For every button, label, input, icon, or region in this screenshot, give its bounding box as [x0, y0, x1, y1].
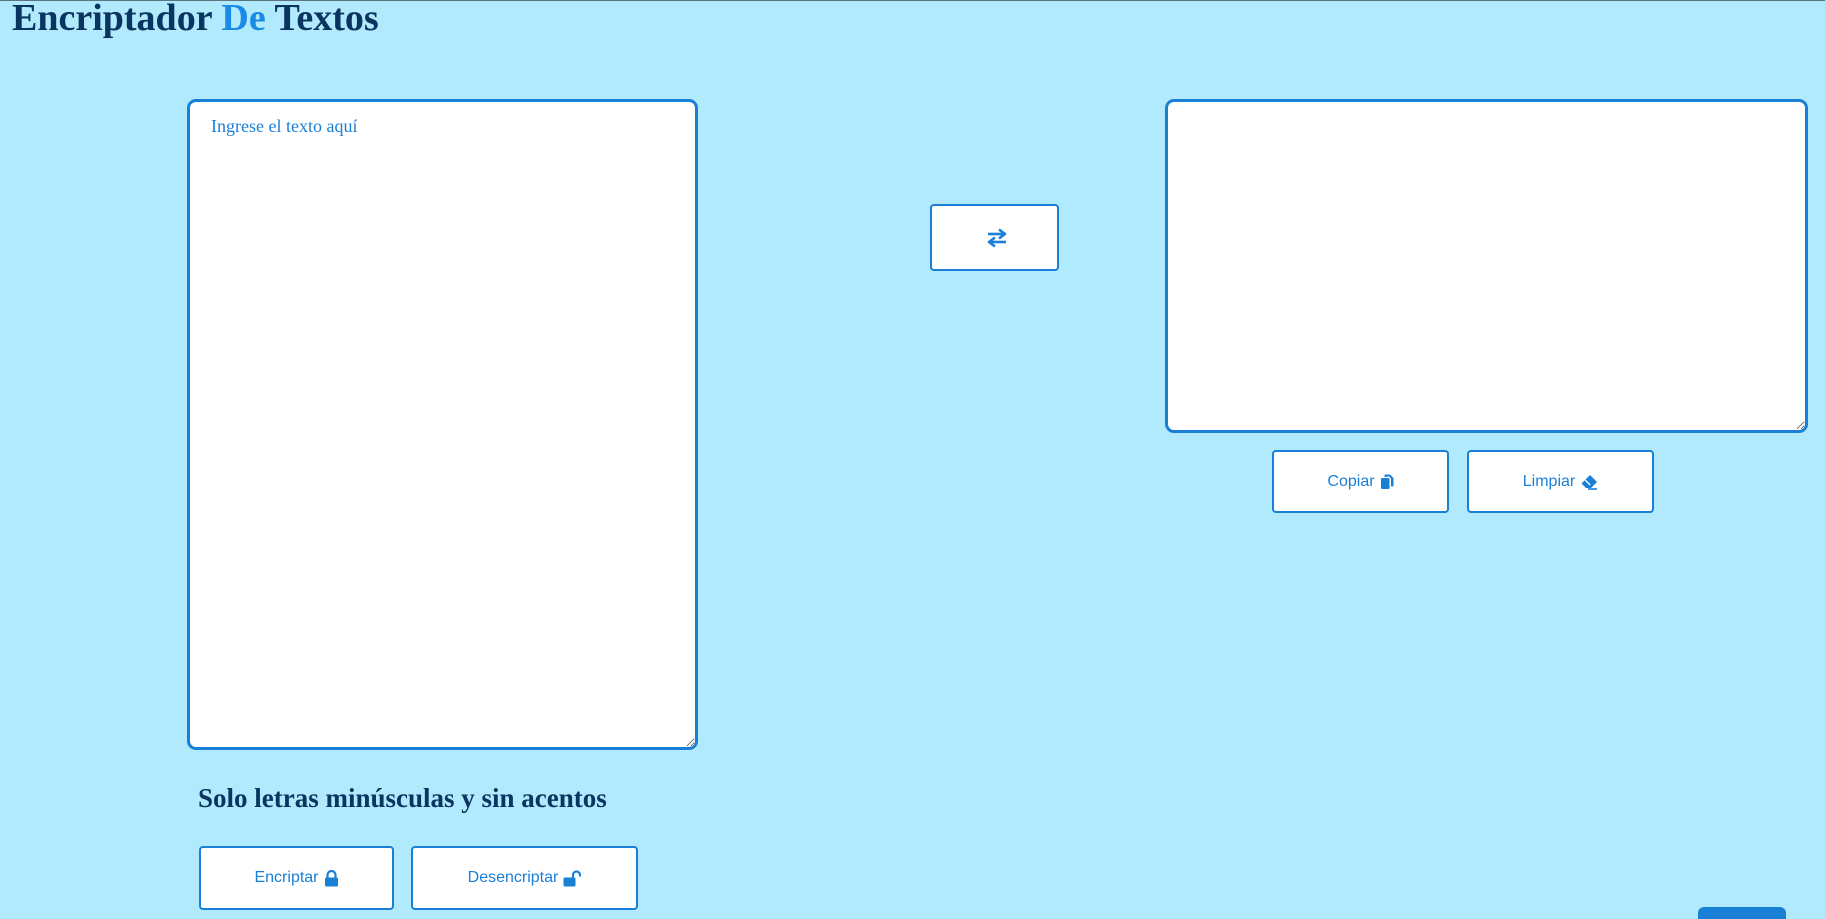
copy-button-label: Copiar [1327, 472, 1375, 490]
input-hint: Solo letras minúsculas y sin acentos [198, 783, 607, 813]
encrypt-button-label: Encriptar [254, 869, 319, 886]
swap-button[interactable] [930, 204, 1059, 271]
eraser-icon [1580, 474, 1598, 490]
page-title: Encriptador De Textos [12, 0, 379, 38]
clear-button-label: Limpiar [1522, 472, 1576, 490]
clear-button[interactable]: Limpiar [1467, 450, 1654, 513]
copy-button[interactable]: Copiar [1272, 450, 1449, 513]
title-part-encriptador: Encriptador [12, 0, 222, 39]
input-textarea[interactable] [187, 99, 698, 750]
arrows-swap-icon [986, 227, 1008, 249]
output-textarea[interactable] [1165, 99, 1808, 433]
corner-tab [1698, 907, 1786, 919]
lock-icon [324, 869, 339, 887]
title-part-textos: Textos [265, 0, 379, 39]
copy-icon [1380, 474, 1394, 490]
decrypt-button[interactable]: Desencriptar [411, 846, 638, 910]
title-accent-de: De [221, 0, 266, 39]
unlock-icon [563, 869, 582, 887]
decrypt-button-label: Desencriptar [467, 869, 559, 886]
encrypt-button[interactable]: Encriptar [199, 846, 394, 910]
